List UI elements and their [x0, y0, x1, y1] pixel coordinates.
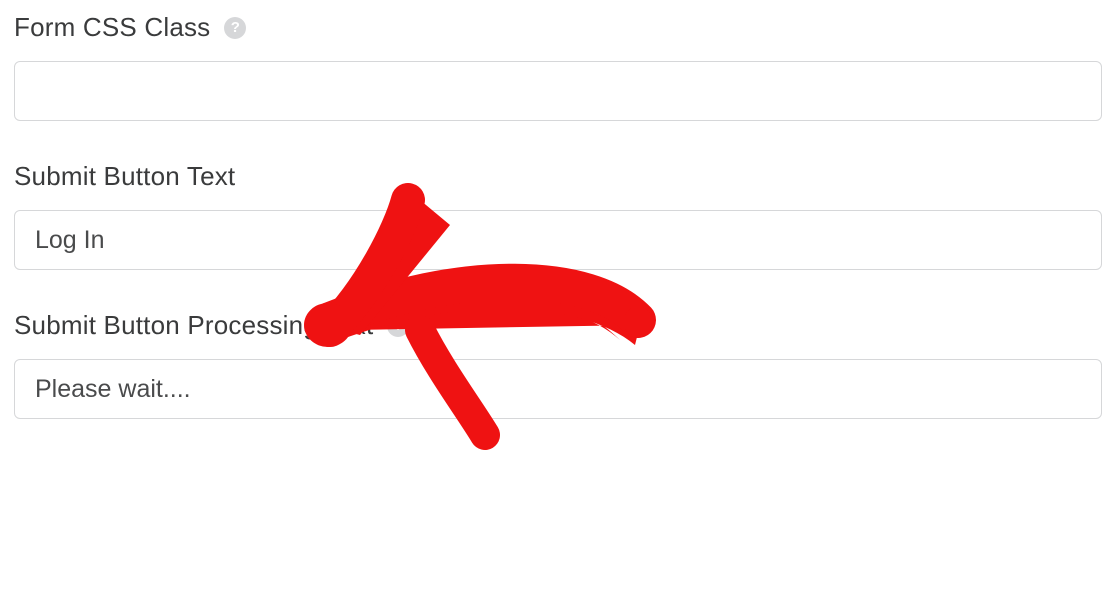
submit-button-processing-text-row: Submit Button Processing Text ?	[14, 310, 1102, 419]
help-icon[interactable]: ?	[224, 17, 246, 39]
submit-button-text-row: Submit Button Text	[14, 161, 1102, 270]
form-css-class-input[interactable]	[14, 61, 1102, 121]
submit-button-text-label: Submit Button Text	[14, 161, 235, 192]
submit-button-processing-text-label: Submit Button Processing Text	[14, 310, 373, 341]
label-line: Submit Button Processing Text ?	[14, 310, 1102, 341]
form-css-class-label: Form CSS Class	[14, 12, 210, 43]
form-css-class-row: Form CSS Class ?	[14, 12, 1102, 121]
label-line: Form CSS Class ?	[14, 12, 1102, 43]
submit-button-text-input[interactable]	[14, 210, 1102, 270]
submit-button-processing-text-input[interactable]	[14, 359, 1102, 419]
help-icon[interactable]: ?	[387, 315, 409, 337]
label-line: Submit Button Text	[14, 161, 1102, 192]
